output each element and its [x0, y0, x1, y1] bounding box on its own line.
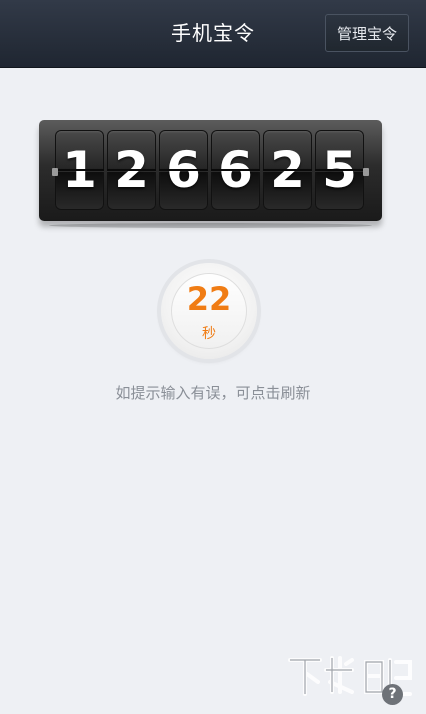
token-digit-2: 2 [107, 130, 156, 210]
token-digit-3: 6 [159, 130, 208, 210]
refresh-hint[interactable]: 如提示输入有误，可点击刷新 [0, 383, 426, 403]
token-display[interactable]: 1 2 6 6 2 5 [39, 120, 382, 228]
help-icon[interactable]: ? [382, 684, 403, 705]
phone-token-screen: 手机宝令 管理宝令 1 2 6 6 2 5 22 秒 如提示输入有误，可点击刷新 [0, 0, 426, 714]
countdown-unit: 秒 [202, 326, 216, 342]
token-digit-1: 1 [55, 130, 104, 210]
countdown-timer: 22 秒 [161, 263, 257, 359]
token-digit-4: 6 [211, 130, 260, 210]
token-digit-5: 2 [263, 130, 312, 210]
left-hinge [52, 168, 58, 176]
token-digits: 1 2 6 6 2 5 [55, 130, 367, 210]
token-digit-6: 5 [315, 130, 364, 210]
header-bar: 手机宝令 管理宝令 [0, 0, 426, 68]
right-hinge [363, 168, 369, 176]
countdown-seconds: 22 [186, 280, 232, 318]
manage-token-button[interactable]: 管理宝令 [325, 14, 409, 52]
